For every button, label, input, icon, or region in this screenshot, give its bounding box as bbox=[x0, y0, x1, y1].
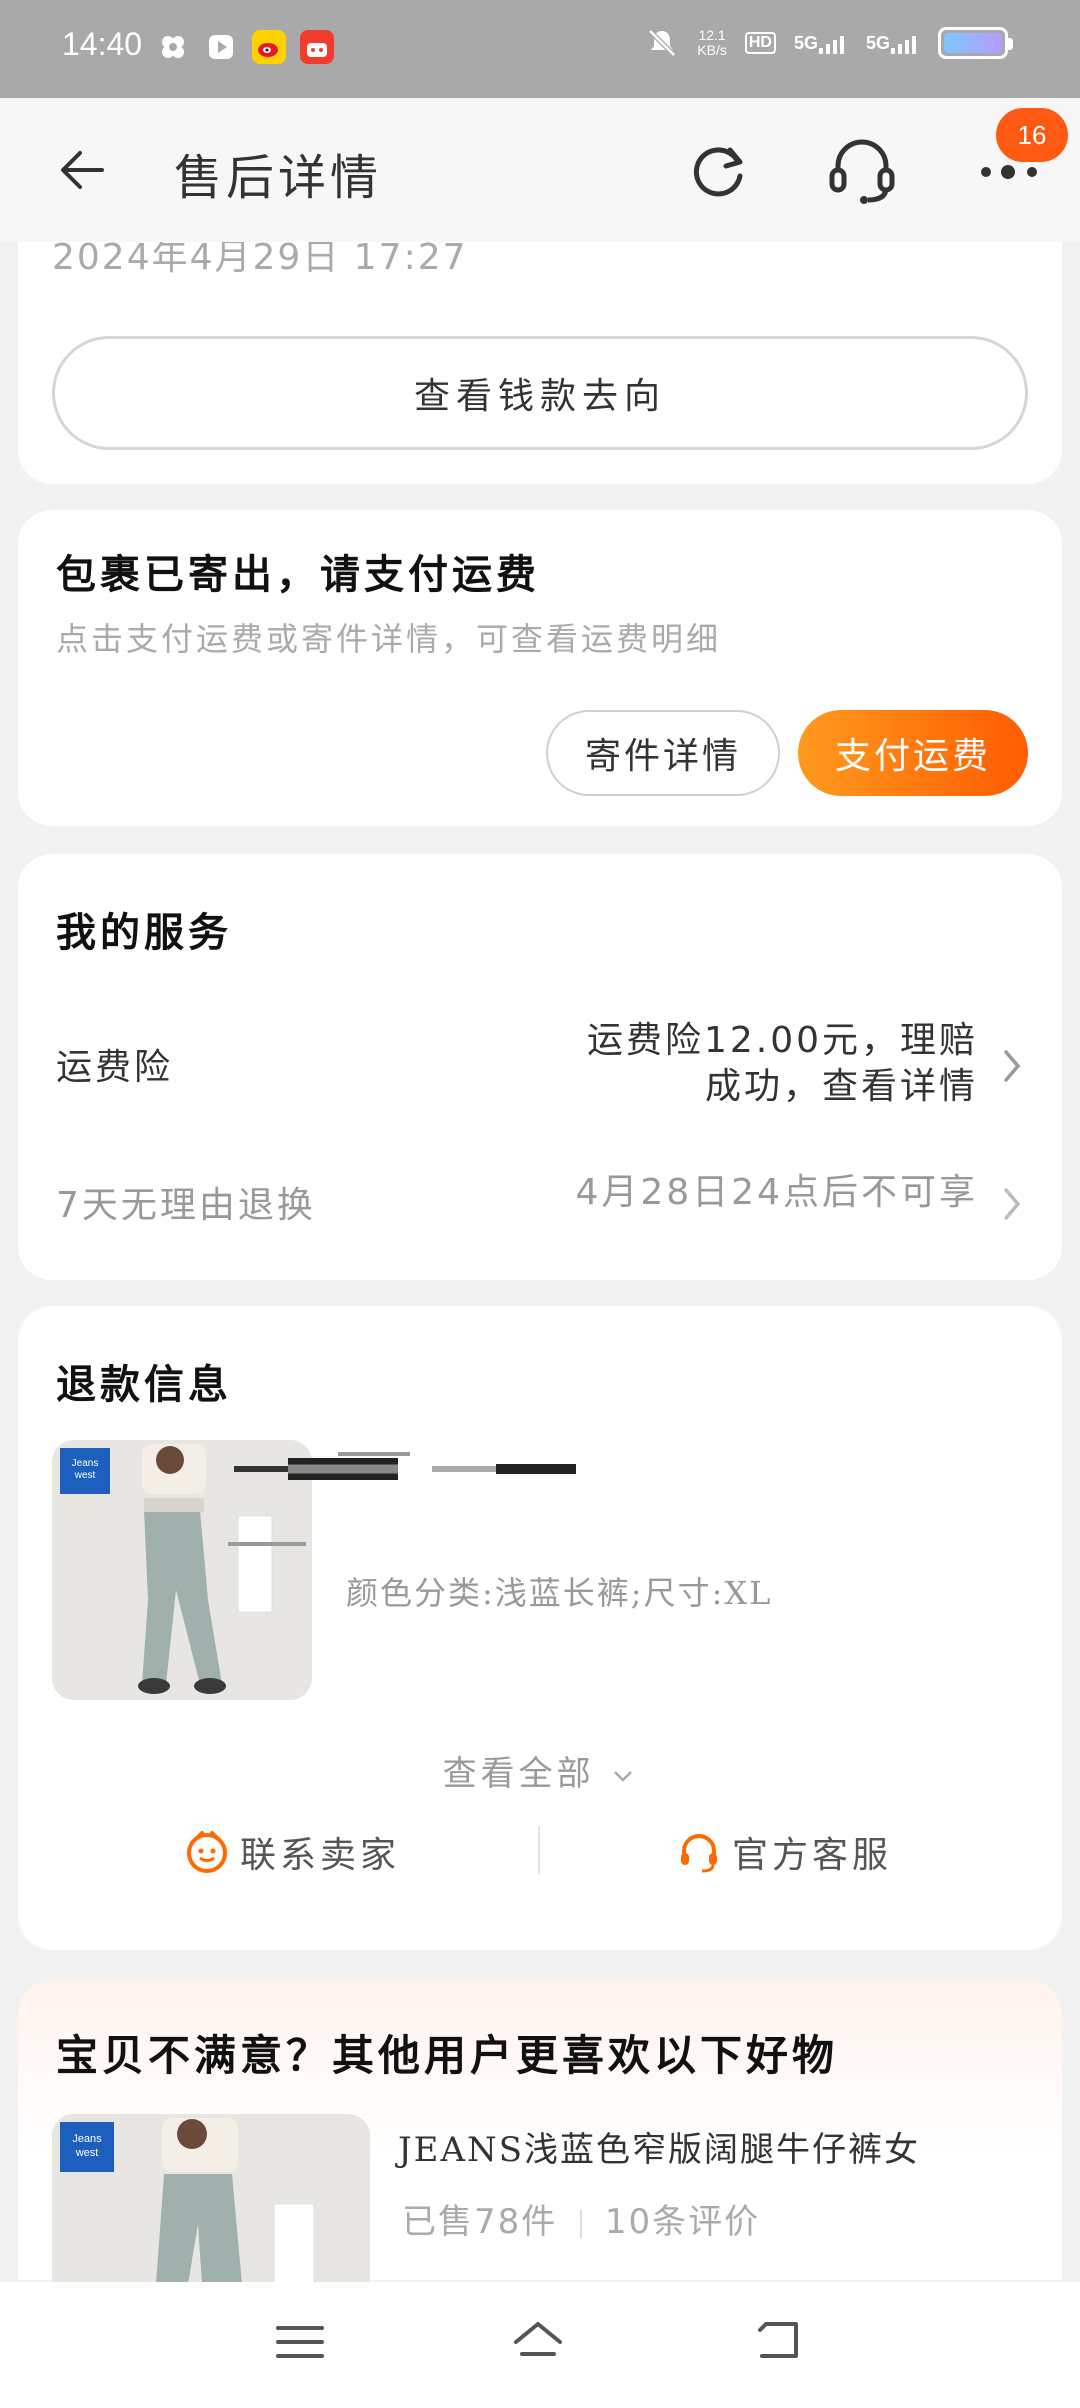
divider bbox=[538, 1826, 540, 1874]
status-right-indicators: 12.1 KB/s HD 5G 5G bbox=[645, 26, 1013, 60]
return-value: 4月28日24点后不可享 bbox=[575, 1172, 978, 1213]
redacted-title-block bbox=[288, 1458, 398, 1480]
hd-indicator: HD bbox=[744, 32, 776, 54]
pay-shipping-button[interactable]: 支付运费 bbox=[798, 710, 1028, 796]
refund-title: 退款信息 bbox=[56, 1362, 232, 1408]
view-money-flow-button[interactable]: 查看钱款去向 bbox=[52, 336, 1028, 450]
notification-badge: 16 bbox=[996, 108, 1068, 162]
contact-seller-button[interactable]: 联系卖家 bbox=[184, 1826, 400, 1878]
system-nav-bar bbox=[0, 2282, 1080, 2408]
shipping-detail-button[interactable]: 寄件详情 bbox=[546, 710, 780, 796]
shipping-title: 包裹已寄出，请支付运费 bbox=[56, 552, 540, 598]
chevron-down-icon bbox=[614, 1770, 633, 1782]
status-app-icons bbox=[156, 30, 334, 64]
redacted-title-line bbox=[228, 1542, 306, 1546]
weibo-app-icon bbox=[252, 30, 286, 64]
status-bar: 14:40 12.1 KB/s HD 5G 5G bbox=[0, 0, 1080, 98]
insurance-value: 运费险12.00元，理赔 成功，查看详情 bbox=[586, 1020, 978, 1107]
recommend-product-name[interactable]: JEANS浅蓝色窄版阔腿牛仔裤女 bbox=[398, 2122, 920, 2171]
svg-text:west: west bbox=[74, 1470, 96, 1481]
svg-text:Jeans: Jeans bbox=[72, 1458, 99, 1469]
return-label: 7天无理由退换 bbox=[56, 1185, 316, 1226]
product-spec: 颜色分类:浅蓝长裤;尺寸:XL bbox=[346, 1574, 773, 1612]
signal-5g-1: 5G bbox=[794, 33, 848, 54]
recommend-product-image[interactable]: Jeans west bbox=[52, 2114, 370, 2284]
recommend-product-stats: 已售78件 10条评价 bbox=[402, 2202, 761, 2242]
back-arrow-icon[interactable] bbox=[52, 140, 112, 200]
refresh-icon[interactable] bbox=[682, 132, 758, 208]
headset-icon bbox=[681, 1834, 717, 1873]
chevron-right-icon bbox=[1004, 1050, 1021, 1082]
recommend-title: 宝贝不满意？其他用户更喜欢以下好物 bbox=[56, 2031, 839, 2080]
back-nav-icon[interactable] bbox=[752, 2314, 808, 2370]
view-all-link[interactable]: 查看全部 bbox=[18, 1746, 1062, 1795]
redacted-title-line bbox=[338, 1452, 410, 1456]
page-title: 售后详情 bbox=[174, 150, 383, 206]
shipping-subtitle: 点击支付运费或寄件详情，可查看运费明细 bbox=[56, 620, 722, 658]
menu-icon[interactable] bbox=[272, 2314, 328, 2370]
shipping-card: 包裹已寄出，请支付运费 点击支付运费或寄件详情，可查看运费明细 寄件详情 支付运… bbox=[18, 510, 1062, 826]
network-speed: 12.1 KB/s bbox=[697, 27, 727, 58]
flower-app-icon bbox=[156, 30, 190, 64]
chevron-right-icon bbox=[1004, 1188, 1021, 1220]
status-time: 14:40 bbox=[62, 26, 143, 62]
product-image[interactable]: Jeans west bbox=[52, 1440, 312, 1700]
svg-text:Jeans: Jeans bbox=[72, 2133, 102, 2145]
home-icon[interactable] bbox=[510, 2314, 566, 2370]
recommendation-section: 宝贝不满意？其他用户更喜欢以下好物 Jeans west JEANS浅蓝色窄版阔… bbox=[18, 1980, 1062, 2284]
app-header: 售后详情 16 bbox=[0, 98, 1080, 242]
redacted-title-line bbox=[496, 1464, 576, 1474]
smile-seller-icon bbox=[187, 1831, 227, 1873]
official-service-button[interactable]: 官方客服 bbox=[676, 1826, 892, 1878]
my-service-card: 我的服务 运费险 运费险12.00元，理赔 成功，查看详情 7天无理由退换 4月… bbox=[18, 854, 1062, 1280]
service-title: 我的服务 bbox=[56, 910, 232, 956]
signal-5g-2: 5G bbox=[866, 33, 920, 54]
battery-icon bbox=[938, 27, 1013, 59]
insurance-label: 运费险 bbox=[56, 1047, 174, 1088]
customer-service-icon[interactable] bbox=[824, 132, 900, 208]
svg-text:west: west bbox=[75, 2147, 99, 2159]
mute-bell-icon bbox=[648, 29, 677, 57]
red-app-icon bbox=[300, 30, 334, 64]
refund-info-card: 退款信息 Jeans west 颜色分类:浅蓝长裤;尺寸:XL 查看全部 联系卖… bbox=[18, 1306, 1062, 1950]
video-app-icon bbox=[204, 30, 238, 64]
